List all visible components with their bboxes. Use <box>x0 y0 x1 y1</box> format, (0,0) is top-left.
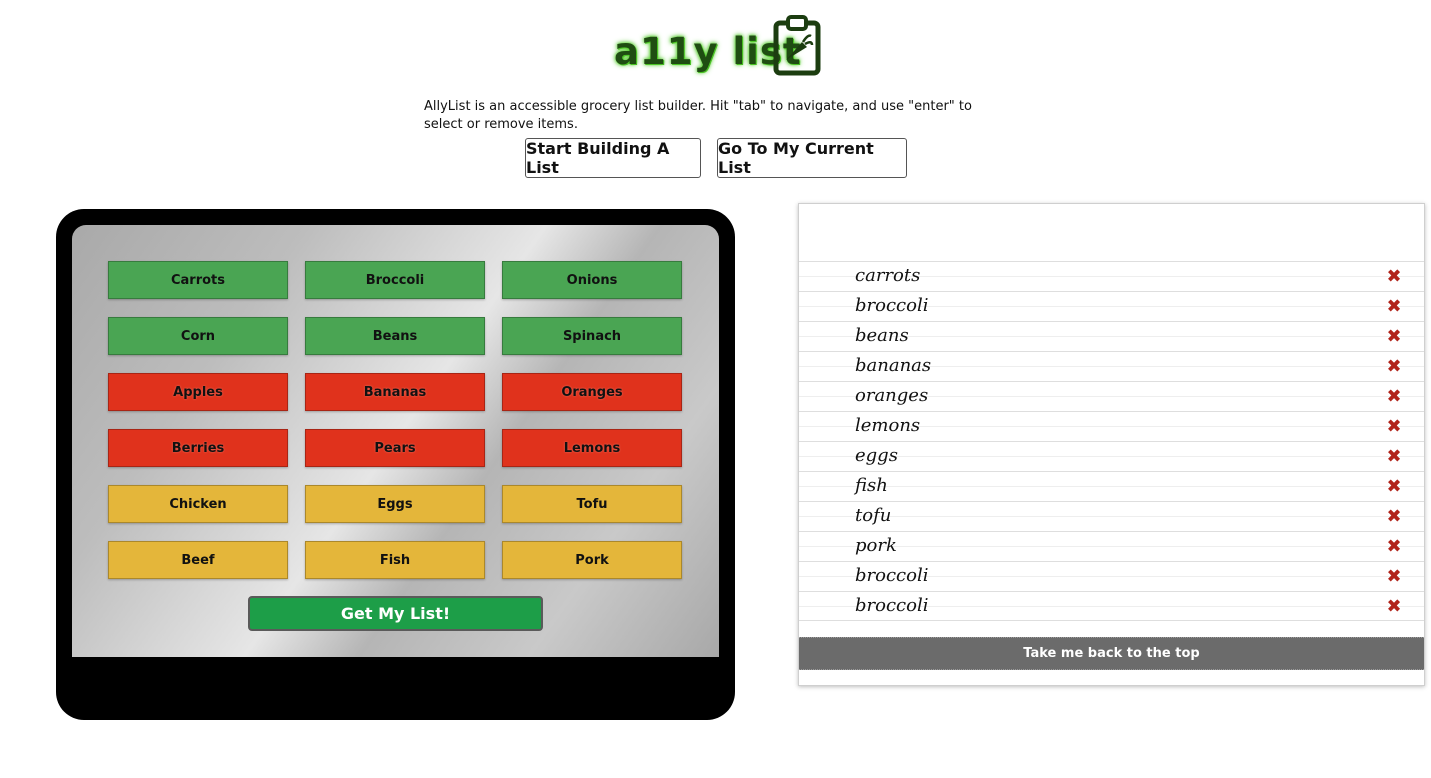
list-item-name: carrots <box>855 265 921 286</box>
food-button-pears[interactable]: Pears <box>305 429 485 467</box>
app-header: a11y list <box>0 12 1431 78</box>
food-button-pork[interactable]: Pork <box>502 541 682 579</box>
food-button-broccoli[interactable]: Broccoli <box>305 261 485 299</box>
close-x-icon[interactable]: ✖ <box>1385 538 1403 556</box>
food-button-onions[interactable]: Onions <box>502 261 682 299</box>
list-item-name: oranges <box>855 385 929 406</box>
close-x-icon[interactable]: ✖ <box>1385 448 1403 466</box>
close-x-icon[interactable]: ✖ <box>1385 358 1403 376</box>
list-item-name: lemons <box>855 415 921 436</box>
food-button-berries[interactable]: Berries <box>108 429 288 467</box>
food-button-beans[interactable]: Beans <box>305 317 485 355</box>
food-button-eggs[interactable]: Eggs <box>305 485 485 523</box>
close-x-icon[interactable]: ✖ <box>1385 598 1403 616</box>
food-button-fish[interactable]: Fish <box>305 541 485 579</box>
food-button-tofu[interactable]: Tofu <box>502 485 682 523</box>
builder-screen: Carrots Broccoli Onions Corn Beans Spinach App… <box>72 225 719 657</box>
back-to-top-button[interactable]: Take me back to the top <box>799 637 1424 670</box>
list-item-name: broccoli <box>855 595 929 616</box>
food-button-corn[interactable]: Corn <box>108 317 288 355</box>
close-x-icon[interactable]: ✖ <box>1385 328 1403 346</box>
list-item: broccoli ✖ <box>799 291 1424 321</box>
list-item-name: broccoli <box>855 565 929 586</box>
food-button-oranges[interactable]: Oranges <box>502 373 682 411</box>
list-item-name: pork <box>855 535 897 556</box>
list-item: tofu ✖ <box>799 501 1424 531</box>
get-my-list-button[interactable]: Get My List! <box>248 596 543 631</box>
list-item-name: broccoli <box>855 295 929 316</box>
grocery-list: carrots ✖ broccoli ✖ beans ✖ bananas ✖ oranges ✖ l… <box>799 261 1424 621</box>
list-item: lemons ✖ <box>799 411 1424 441</box>
food-button-chicken[interactable]: Chicken <box>108 485 288 523</box>
tablet-bezel-bottom <box>72 657 719 704</box>
close-x-icon[interactable]: ✖ <box>1385 388 1403 406</box>
list-item: bananas ✖ <box>799 351 1424 381</box>
list-item-name: beans <box>855 325 909 346</box>
food-button-bananas[interactable]: Bananas <box>305 373 485 411</box>
food-button-beef[interactable]: Beef <box>108 541 288 579</box>
close-x-icon[interactable]: ✖ <box>1385 478 1403 496</box>
close-x-icon[interactable]: ✖ <box>1385 418 1403 436</box>
list-item: broccoli ✖ <box>799 561 1424 591</box>
close-x-icon[interactable]: ✖ <box>1385 568 1403 586</box>
list-item: pork ✖ <box>799 531 1424 561</box>
list-item-name: fish <box>855 475 888 496</box>
list-item: eggs ✖ <box>799 441 1424 471</box>
food-button-carrots[interactable]: Carrots <box>108 261 288 299</box>
list-item-name: tofu <box>855 505 892 526</box>
clipboard-carrot-icon <box>773 15 821 76</box>
list-item: broccoli ✖ <box>799 591 1424 621</box>
list-item: oranges ✖ <box>799 381 1424 411</box>
close-x-icon[interactable]: ✖ <box>1385 268 1403 286</box>
intro-text: AllyList is an accessible grocery list b… <box>424 99 972 132</box>
grocery-list-panel: carrots ✖ broccoli ✖ beans ✖ bananas ✖ oranges ✖ l… <box>798 203 1425 686</box>
food-button-lemons[interactable]: Lemons <box>502 429 682 467</box>
current-list-button[interactable]: Go To My Current List <box>717 138 907 178</box>
list-item: fish ✖ <box>799 471 1424 501</box>
start-building-button[interactable]: Start Building A List <box>525 138 701 178</box>
list-item: carrots ✖ <box>799 261 1424 291</box>
food-button-apples[interactable]: Apples <box>108 373 288 411</box>
food-button-spinach[interactable]: Spinach <box>502 317 682 355</box>
list-item-name: eggs <box>855 445 898 466</box>
close-x-icon[interactable]: ✖ <box>1385 298 1403 316</box>
close-x-icon[interactable]: ✖ <box>1385 508 1403 526</box>
list-item: beans ✖ <box>799 321 1424 351</box>
tablet-frame: Carrots Broccoli Onions Corn Beans Spinach App… <box>56 209 735 720</box>
list-item-name: bananas <box>855 355 932 376</box>
